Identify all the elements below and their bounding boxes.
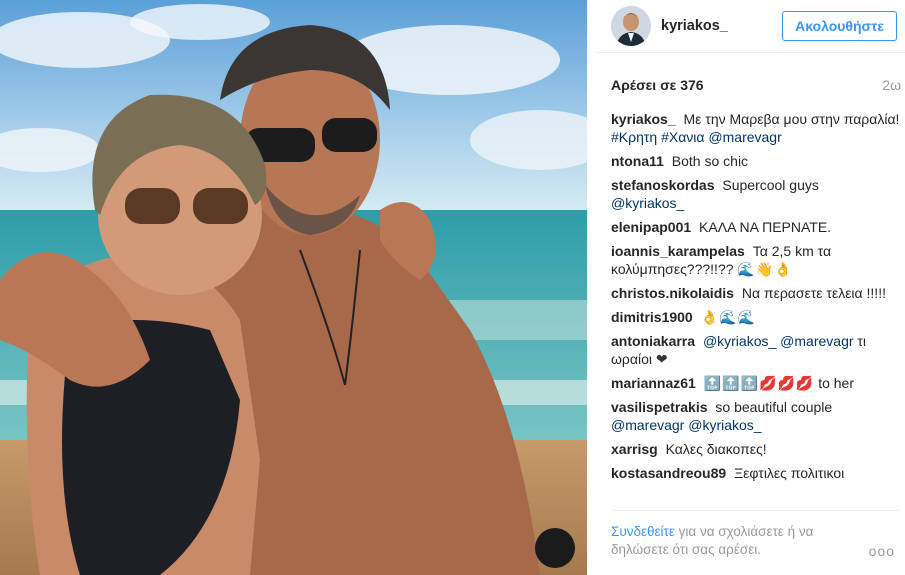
comment-username[interactable]: mariannaz61 <box>611 375 696 391</box>
post-sidebar: kyriakos_ Ακολουθήστε Αρέσει σε 376 2ω k… <box>597 0 905 575</box>
login-prompt: Συνδεθείτε για να σχολιάσετε ή να δηλώσε… <box>611 523 861 559</box>
beach-photo-image <box>0 0 587 575</box>
comment-text: Ξεφτιλες πολιτικοι <box>734 465 845 481</box>
list-item: ntona11 Both so chic <box>611 152 901 170</box>
follow-button[interactable]: Ακολουθήστε <box>782 11 897 41</box>
post-username[interactable]: kyriakos_ <box>661 18 782 34</box>
caption: kyriakos_ Με την Μαρεβα μου στην παραλία… <box>611 110 901 146</box>
comment-username[interactable]: elenipap001 <box>611 219 691 235</box>
avatar-image <box>611 6 651 46</box>
caption-hashtag[interactable]: #Κρητη <box>611 129 657 145</box>
comment-text: ωραίοι <box>611 351 652 367</box>
likes-row: Αρέσει σε 376 2ω <box>597 75 905 95</box>
comment-mention[interactable]: @kyriakos_ <box>611 195 684 211</box>
list-item: mariannaz61 🔝🔝🔝💋💋💋 to her <box>611 374 901 392</box>
comment-text: so beautiful couple <box>715 399 833 415</box>
list-item: vasilispetrakis so beautiful couple @mar… <box>611 398 901 434</box>
avatar[interactable] <box>611 6 651 46</box>
login-link[interactable]: Συνδεθείτε <box>611 524 675 539</box>
comment-emoji: 🌊👋👌 <box>737 261 793 277</box>
comment-text: Supercool guys <box>722 177 819 193</box>
list-item: christos.nikolaidis Να περασετε τελεια !… <box>611 284 901 302</box>
comment-emoji: 👌🌊🌊 <box>700 309 756 325</box>
comment-text: Both so chic <box>671 153 749 169</box>
comment-mention[interactable]: @marevagr <box>780 333 853 349</box>
list-item: stefanoskordas Supercool guys @kyriakos_ <box>611 176 901 212</box>
post-photo[interactable] <box>0 0 587 575</box>
caption-text: Με την Μαρεβα μου στην παραλία! <box>683 111 900 127</box>
post-header: kyriakos_ Ακολουθήστε <box>597 0 905 53</box>
comment-mention[interactable]: @kyriakos_ <box>688 417 761 433</box>
comment-username[interactable]: christos.nikolaidis <box>611 285 734 301</box>
comment-username[interactable]: ntona11 <box>611 153 664 169</box>
comment-username[interactable]: antoniakarra <box>611 333 695 349</box>
comment-text: Καλες διακοπες! <box>665 441 767 457</box>
comment-text: τι <box>857 333 867 349</box>
comment-emoji: ❤ <box>655 351 669 367</box>
comment-emoji: 🔝🔝🔝💋💋💋 <box>703 375 815 391</box>
caption-mention[interactable]: @marevagr <box>708 129 781 145</box>
comment-text: to her <box>818 375 855 391</box>
comment-username[interactable]: vasilispetrakis <box>611 399 708 415</box>
comment-username[interactable]: ioannis_karampelas <box>611 243 745 259</box>
comment-username[interactable]: kostasandreou89 <box>611 465 726 481</box>
comment-username[interactable]: stefanoskordas <box>611 177 714 193</box>
comment-footer: Συνδεθείτε για να σχολιάσετε ή να δηλώσε… <box>611 510 901 559</box>
list-item: xarrisg Καλες διακοπες! <box>611 440 901 458</box>
list-item: ioannis_karampelas Τα 2,5 km τα κολύμπησ… <box>611 242 901 278</box>
comment-mention[interactable]: @kyriakos_ <box>703 333 776 349</box>
comment-text: Να περασετε τελεια !!!!! <box>741 285 886 301</box>
list-item: elenipap001 ΚΑΛΑ ΝΑ ΠΕΡΝΑΤΕ. <box>611 218 901 236</box>
list-item: kostasandreou89 Ξεφτιλες πολιτικοι <box>611 464 901 482</box>
comment-text: ΚΑΛΑ ΝΑ ΠΕΡΝΑΤΕ. <box>699 219 832 235</box>
comment-username[interactable]: dimitris1900 <box>611 309 693 325</box>
comment-mention[interactable]: @marevagr <box>611 417 684 433</box>
post-timestamp[interactable]: 2ω <box>882 77 901 93</box>
list-item: antoniakarra @kyriakos_ @marevagr τι ωρα… <box>611 332 901 368</box>
caption-username[interactable]: kyriakos_ <box>611 111 676 127</box>
comment-username[interactable]: xarrisg <box>611 441 658 457</box>
list-item: dimitris1900 👌🌊🌊 <box>611 308 901 326</box>
comments-list[interactable]: kyriakos_ Με την Μαρεβα μου στην παραλία… <box>611 110 901 510</box>
likes-count[interactable]: Αρέσει σε 376 <box>611 77 704 93</box>
more-options-icon[interactable]: ooo <box>869 543 895 559</box>
caption-hashtag[interactable]: #Χανια <box>661 129 704 145</box>
